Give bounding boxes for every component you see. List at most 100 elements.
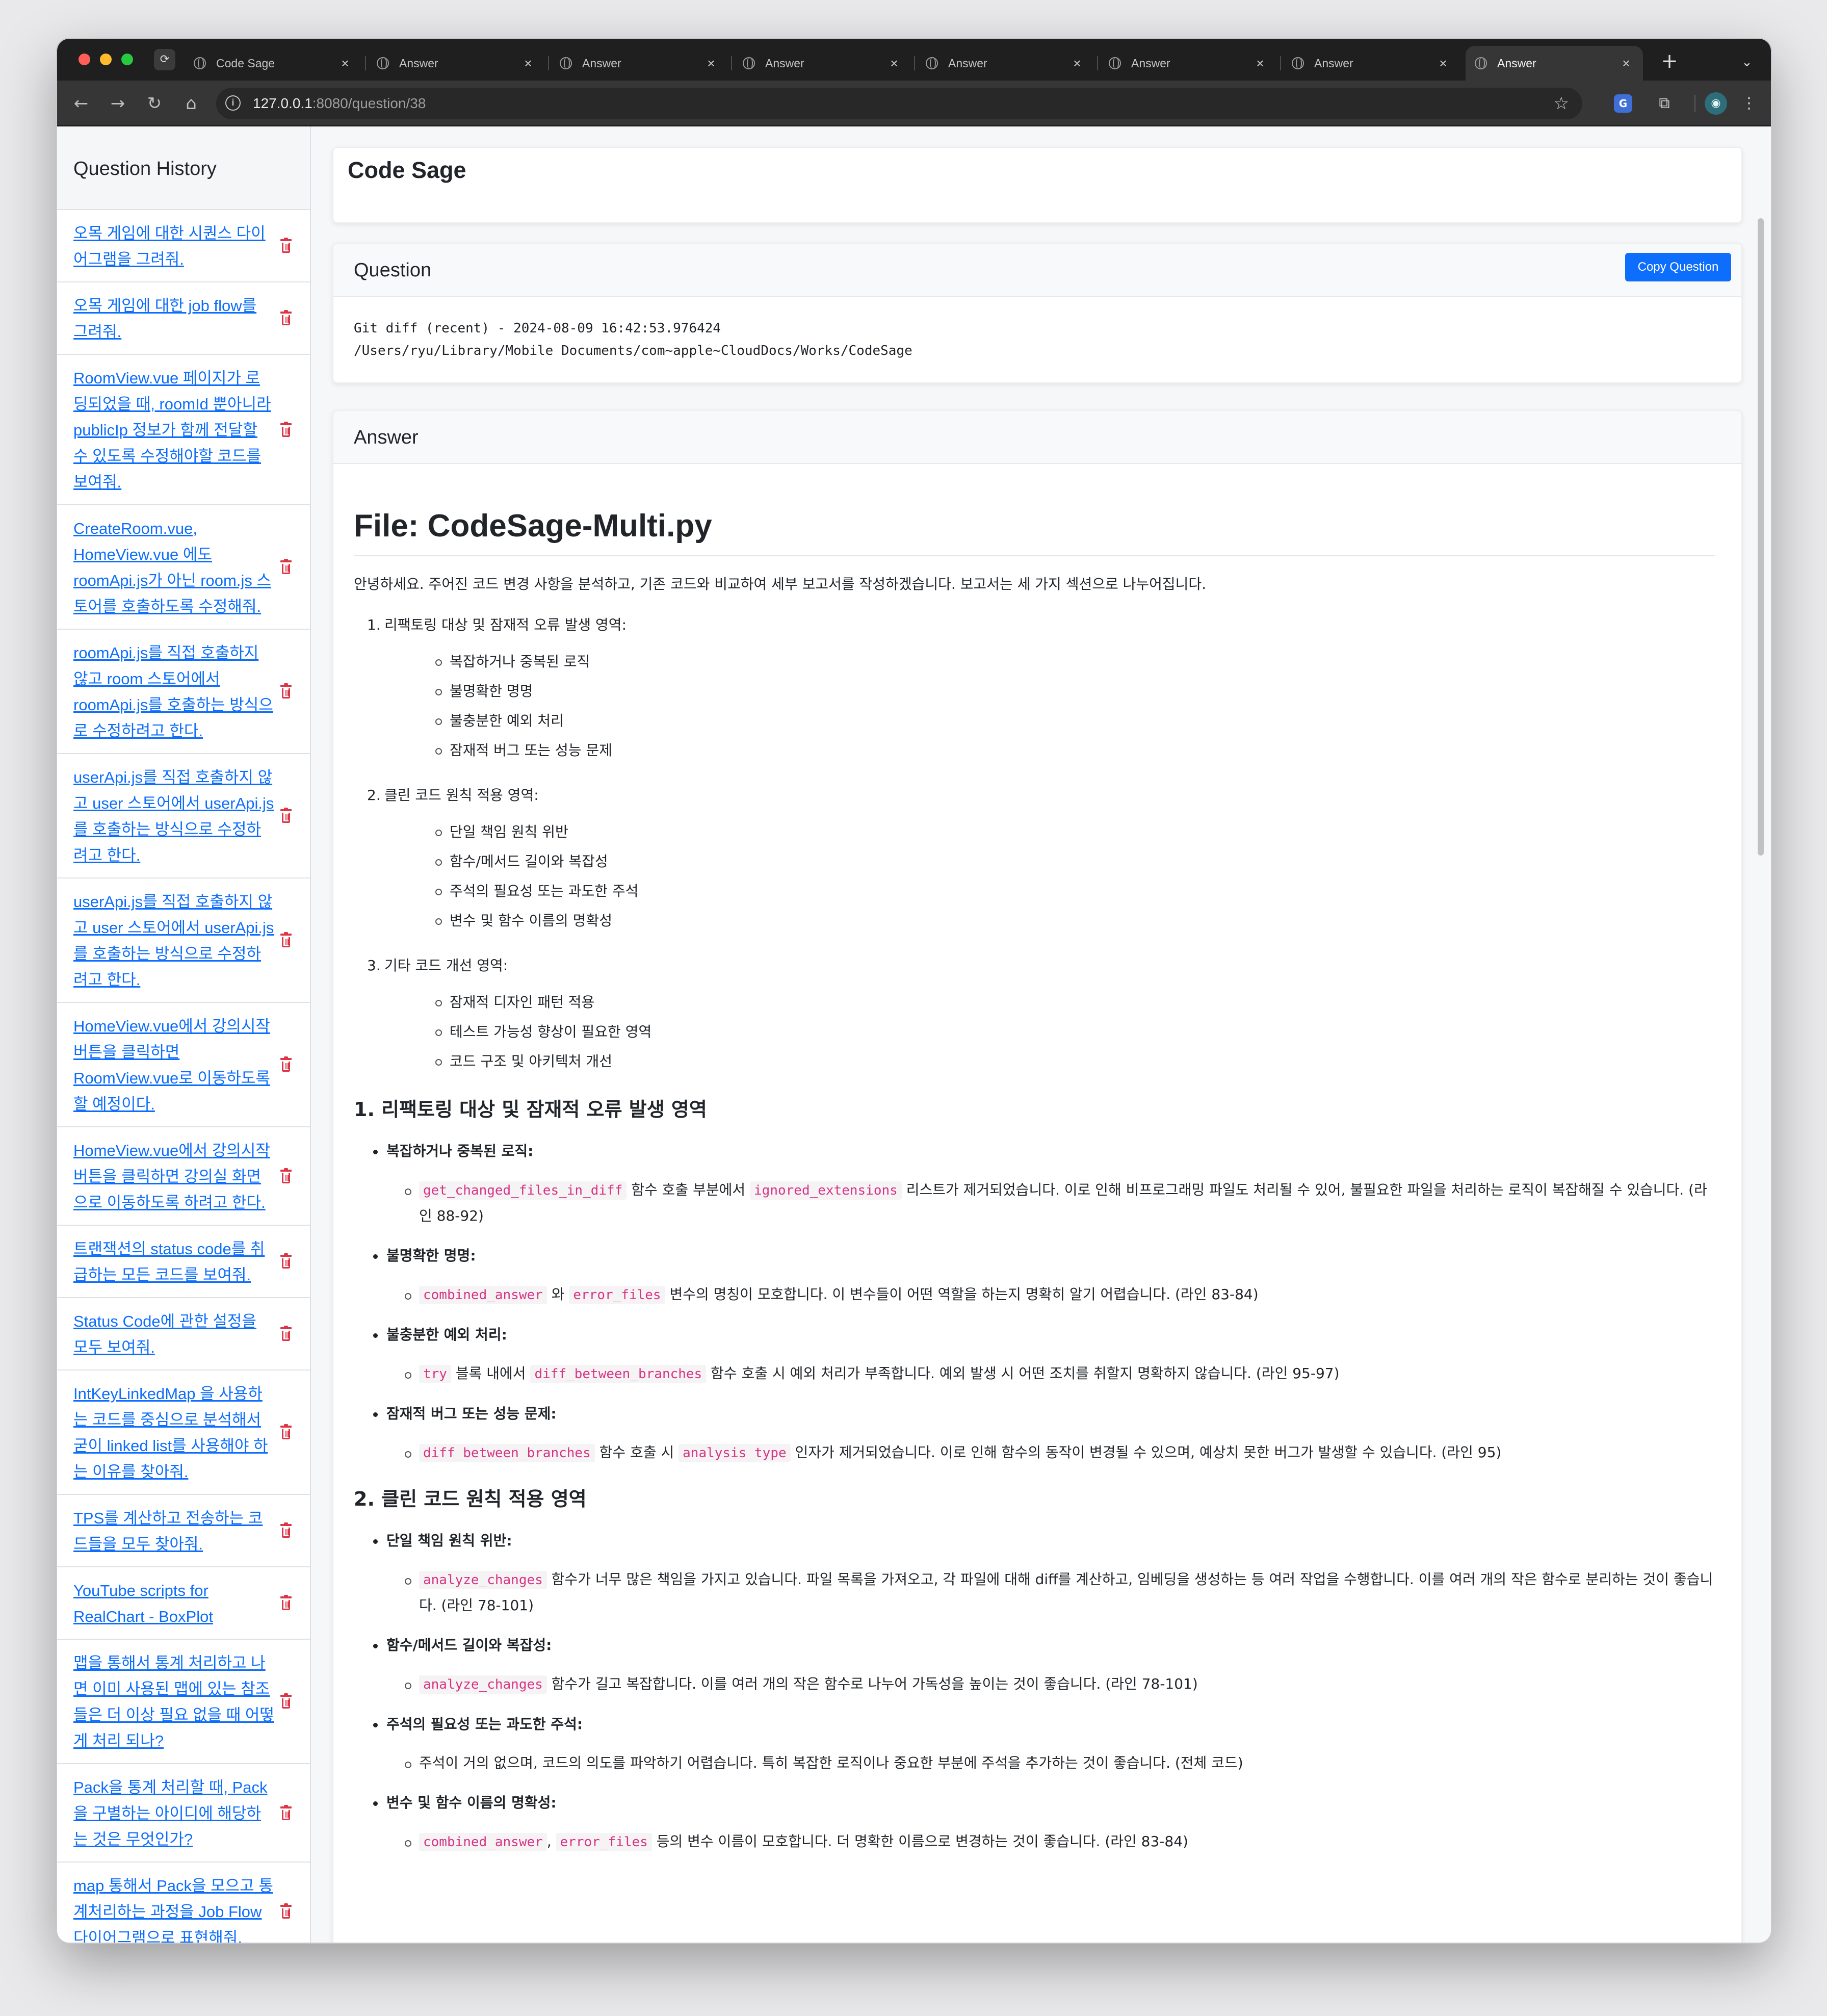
browser-tab[interactable]: Answer × xyxy=(1466,46,1643,81)
history-link[interactable]: 맵을 통해서 통계 처리하고 나면 이미 사용된 맵에 있는 참조들은 더 이상… xyxy=(73,1650,274,1754)
trash-icon[interactable] xyxy=(280,1693,292,1709)
trash-icon[interactable] xyxy=(280,683,292,699)
finding-detail: get_changed_files_in_diff 함수 호출 부분에서 ign… xyxy=(386,1177,1715,1229)
trash-icon[interactable] xyxy=(280,1326,292,1341)
tab-search-icon[interactable]: ⟳ xyxy=(154,49,175,70)
question-text[interactable]: Git diff (recent) - 2024-08-09 16:42:53.… xyxy=(354,317,912,362)
finding-text: 함수 호출 시 예외 처리가 부족합니다. 예외 발생 시 어떤 조치를 취할지… xyxy=(706,1365,1340,1382)
trash-icon[interactable] xyxy=(280,1056,292,1072)
chevron-down-icon[interactable]: ⌄ xyxy=(1741,48,1753,76)
close-tab-icon[interactable]: × xyxy=(1436,56,1451,71)
browser-tab[interactable]: Answer × xyxy=(1283,46,1460,81)
browser-tab[interactable]: Answer × xyxy=(368,46,545,81)
browser-tab[interactable]: Answer × xyxy=(734,46,911,81)
history-link[interactable]: userApi.js를 직접 호출하지 않고 user 스토어에서 userAp… xyxy=(73,764,274,868)
finding-detail: combined_answer 와 error_files 변수의 명칭이 모호… xyxy=(386,1282,1715,1308)
history-link[interactable]: YouTube scripts for RealChart - BoxPlot xyxy=(73,1578,274,1630)
translate-icon[interactable]: G xyxy=(1614,94,1632,113)
profile-avatar-icon[interactable]: ◉ xyxy=(1705,92,1727,115)
trash-icon[interactable] xyxy=(280,421,292,437)
trash-icon[interactable] xyxy=(280,808,292,823)
trash-icon-can xyxy=(282,1429,290,1439)
history-link[interactable]: 트랜잭션의 status code를 취급하는 모든 코드를 보여줘. xyxy=(73,1236,274,1288)
finding-label-text: 불충분한 예외 처리 xyxy=(386,1326,502,1343)
tab-title: Answer xyxy=(1497,56,1536,70)
reload-icon[interactable]: ↻ xyxy=(142,91,167,116)
finding-item: 함수/메서드 길이와 복잡성: analyze_changes 함수가 길고 복잡… xyxy=(354,1635,1715,1697)
finding-label: 함수/메서드 길이와 복잡성: xyxy=(386,1635,1715,1656)
history-link[interactable]: HomeView.vue에서 강의시작 버튼을 클릭하면 RoomView.vu… xyxy=(73,1013,274,1117)
history-link[interactable]: Pack을 통계 처리할 때, Pack을 구별하는 아이디에 해당하는 것은 … xyxy=(73,1774,274,1852)
globe-icon xyxy=(1475,57,1487,69)
browser-tab[interactable]: Code Sage × xyxy=(185,46,362,81)
address-bar[interactable]: i 127.0.0.1:8080/question/38 ☆ xyxy=(216,88,1582,119)
history-link[interactable]: HomeView.vue에서 강의시작 버튼을 클릭하면 강의실 화면으로 이동… xyxy=(73,1138,274,1216)
tab-title: Code Sage xyxy=(216,56,275,70)
history-link[interactable]: CreateRoom.vue, HomeView.vue 에도 roomApi.… xyxy=(73,515,274,619)
trash-icon[interactable] xyxy=(280,1424,292,1440)
finding-label-colon: : xyxy=(506,1532,512,1549)
new-tab-button[interactable]: + xyxy=(1657,47,1682,75)
minimize-window-button[interactable] xyxy=(100,54,112,65)
extensions-puzzle-icon[interactable]: ⧉ xyxy=(1653,92,1676,115)
section-heading: 2. 클린 코드 원칙 적용 영역 xyxy=(354,1488,587,1510)
tab-title: Answer xyxy=(1131,56,1170,70)
finding-text: 와 xyxy=(546,1286,569,1303)
section1-list: 복잡하거나 중복된 로직: get_changed_files_in_diff 함… xyxy=(354,1141,1715,1466)
trash-icon[interactable] xyxy=(280,1804,292,1821)
maximize-window-button[interactable] xyxy=(121,54,133,65)
code-identifier: try xyxy=(419,1365,451,1383)
trash-icon[interactable] xyxy=(280,1595,292,1611)
trash-icon[interactable] xyxy=(280,1168,292,1184)
close-tab-icon[interactable]: × xyxy=(1619,56,1634,71)
history-link[interactable]: 오목 게임에 대한 시퀀스 다이어그램을 그려줘. xyxy=(73,220,274,272)
trash-icon[interactable] xyxy=(280,1253,292,1269)
back-arrow-icon[interactable]: ← xyxy=(68,91,94,116)
browser-tab[interactable]: Answer × xyxy=(551,46,728,81)
history-link[interactable]: RoomView.vue 페이지가 로딩되었을 때, roomId 뿐아니라 p… xyxy=(73,365,274,495)
close-tab-icon[interactable]: × xyxy=(886,56,902,71)
close-tab-icon[interactable]: × xyxy=(1252,56,1268,71)
browser-tab[interactable]: Answer × xyxy=(1100,46,1277,81)
forward-arrow-icon[interactable]: → xyxy=(105,91,130,116)
trash-icon[interactable] xyxy=(280,1522,292,1538)
trash-icon-can xyxy=(282,1528,290,1538)
close-tab-icon[interactable]: × xyxy=(1069,56,1085,71)
trash-icon[interactable] xyxy=(280,1903,292,1919)
history-link[interactable]: roomApi.js를 직접 호출하지 않고 room 스토어에서 roomAp… xyxy=(73,640,274,744)
close-tab-icon[interactable]: × xyxy=(337,56,353,71)
url-host: 127.0.0.1 xyxy=(253,95,312,111)
outline-list: 1. 리팩토링 대상 및 잠재적 오류 발생 영역: 복잡하거나 중복된 로직 불명확… xyxy=(354,614,1715,1076)
trash-icon-lid xyxy=(280,560,292,562)
more-menu-icon[interactable]: ⋮ xyxy=(1737,92,1761,115)
close-tab-icon[interactable]: × xyxy=(520,56,536,71)
browser-tab[interactable]: Answer × xyxy=(917,46,1094,81)
outline-sublist: 잠재적 디자인 패턴 적용 테스트 가능성 향상이 필요한 영역 코드 구조 및 아… xyxy=(384,988,1715,1076)
url-text[interactable]: 127.0.0.1:8080/question/38 xyxy=(253,88,426,119)
tab-title: Answer xyxy=(765,56,804,70)
close-tab-icon[interactable]: × xyxy=(703,56,719,71)
page-scrollbar[interactable] xyxy=(1758,218,1764,856)
history-link[interactable]: Status Code에 관한 설정을 모두 보여줘. xyxy=(73,1308,274,1360)
trash-icon[interactable] xyxy=(280,310,292,326)
trash-icon-can xyxy=(282,937,290,947)
trash-icon-lid xyxy=(280,1058,292,1060)
history-link[interactable]: IntKeyLinkedMap 을 사용하는 코드를 중심으로 분석해서 굳이 … xyxy=(73,1381,274,1485)
trash-icon[interactable] xyxy=(280,238,292,253)
code-identifier: analysis_type xyxy=(678,1444,791,1462)
history-link[interactable]: 오목 게임에 대한 job flow를 그려줘. xyxy=(73,293,274,345)
home-icon[interactable]: ⌂ xyxy=(178,91,204,116)
history-item: map 통해서 Pack을 모으고 통계처리하는 과정을 Job Flow 다이… xyxy=(57,1863,310,1943)
site-info-icon[interactable]: i xyxy=(225,95,241,111)
history-link[interactable]: userApi.js를 직접 호출하지 않고 user 스토어에서 userAp… xyxy=(73,889,274,993)
trash-icon[interactable] xyxy=(280,932,292,948)
finding-detail: try 블록 내에서 diff_between_branches 함수 호출 시… xyxy=(386,1361,1715,1387)
copy-question-button[interactable]: Copy Question xyxy=(1625,253,1731,281)
bookmark-star-icon[interactable]: ☆ xyxy=(1554,88,1569,119)
trash-icon[interactable] xyxy=(280,559,292,575)
history-link[interactable]: TPS를 계산하고 전송하는 코드들을 모두 찾아줘. xyxy=(73,1505,274,1557)
close-window-button[interactable] xyxy=(79,54,90,65)
finding-text: 블록 내에서 xyxy=(451,1365,531,1382)
answer-body: File: CodeSage-Multi.py 안녕하세요. 주어진 코드 변경… xyxy=(354,464,1715,1855)
history-link[interactable]: map 통해서 Pack을 모으고 통계처리하는 과정을 Job Flow 다이… xyxy=(73,1873,274,1943)
